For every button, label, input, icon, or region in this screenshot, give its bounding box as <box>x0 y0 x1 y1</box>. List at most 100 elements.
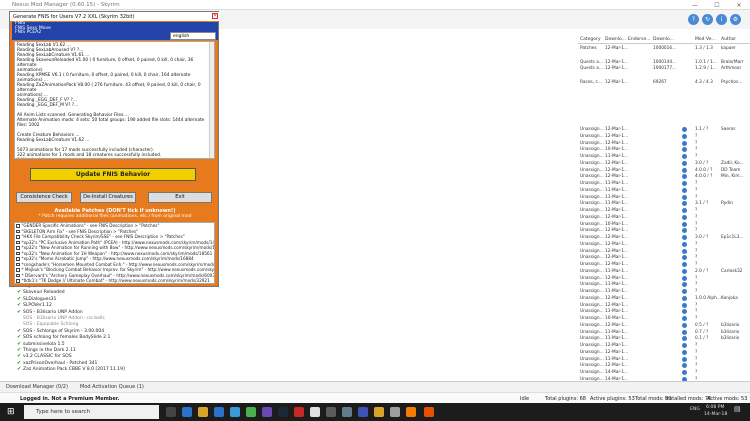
patch-checkbox[interactable] <box>16 224 20 228</box>
clock-time[interactable]: 6:08 PM <box>706 405 725 410</box>
check-icon[interactable]: ✔ <box>17 334 21 340</box>
patch-checkbox[interactable] <box>16 251 20 256</box>
notification-icon[interactable]: ▤ <box>734 405 741 413</box>
app-icon[interactable] <box>262 407 272 417</box>
globe-icon[interactable] <box>682 322 687 328</box>
check-icon[interactable]: ✔ <box>17 302 21 308</box>
app-icon[interactable] <box>358 407 368 417</box>
globe-icon[interactable] <box>682 221 687 227</box>
globe-icon[interactable] <box>682 241 687 247</box>
globe-icon[interactable] <box>682 275 687 281</box>
app-icon[interactable] <box>424 407 434 417</box>
app-icon[interactable] <box>326 407 336 417</box>
patch-checkbox[interactable] <box>16 279 20 283</box>
globe-icon[interactable] <box>682 282 687 288</box>
check-icon[interactable]: ✔ <box>17 347 21 353</box>
help-icon[interactable]: ? <box>688 14 699 25</box>
language-select[interactable]: english <box>170 32 216 40</box>
globe-icon[interactable] <box>682 127 687 132</box>
taskbar-search[interactable]: Type here to search <box>24 405 159 419</box>
check-icon[interactable]: ✔ <box>17 366 21 372</box>
refresh-icon[interactable]: ↻ <box>702 14 713 25</box>
tab-activation-queue[interactable]: Mod Activation Queue (1) <box>80 384 144 390</box>
deinstall-creatures-button[interactable]: De-Install Creatures <box>80 192 136 203</box>
globe-icon[interactable] <box>682 268 687 274</box>
globe-icon[interactable] <box>682 174 687 180</box>
patch-checkbox[interactable] <box>16 240 20 245</box>
globe-icon[interactable] <box>682 336 687 342</box>
globe-icon[interactable] <box>682 208 687 213</box>
close-button[interactable]: ✕ <box>728 0 750 10</box>
column-download-id[interactable]: Downlo... <box>653 37 674 42</box>
globe-icon[interactable] <box>682 255 687 261</box>
globe-icon[interactable] <box>682 356 687 362</box>
clock-date[interactable]: 14-Mar-18 <box>704 412 727 417</box>
globe-icon[interactable] <box>682 295 687 301</box>
globe-icon[interactable] <box>682 154 687 159</box>
patch-item[interactable]: *SpikeDragonLord's "Centaur Race Alpha W… <box>15 284 214 285</box>
globe-icon[interactable] <box>682 140 687 146</box>
explorer-icon[interactable] <box>198 407 208 417</box>
mail-icon[interactable] <box>230 407 240 417</box>
globe-icon[interactable] <box>682 147 687 153</box>
globe-icon[interactable] <box>682 235 687 240</box>
patch-checkbox[interactable] <box>16 262 20 267</box>
column-endorse[interactable]: Endorse... <box>628 37 651 42</box>
patch-checkbox[interactable] <box>16 235 20 239</box>
patch-checkbox[interactable] <box>16 268 20 272</box>
start-icon[interactable]: ⊞ <box>7 407 15 417</box>
globe-icon[interactable] <box>682 228 687 234</box>
check-icon[interactable]: ✔ <box>17 360 21 366</box>
check-icon[interactable]: ✔ <box>17 341 21 347</box>
edge-icon[interactable] <box>182 407 192 417</box>
check-icon[interactable]: ✔ <box>17 328 21 334</box>
column-author[interactable]: Author <box>721 37 736 42</box>
app-icon[interactable] <box>294 407 304 417</box>
globe-icon[interactable] <box>682 167 687 173</box>
minimize-button[interactable]: — <box>684 0 706 10</box>
check-icon[interactable]: ✔ <box>17 353 21 359</box>
app-icon[interactable] <box>342 407 352 417</box>
globe-icon[interactable] <box>682 316 687 321</box>
info-icon[interactable]: i <box>716 14 727 25</box>
task-view-icon[interactable] <box>166 407 176 417</box>
app-icon[interactable] <box>406 407 416 417</box>
patch-checkbox[interactable] <box>16 246 20 250</box>
store-icon[interactable] <box>214 407 224 417</box>
globe-icon[interactable] <box>682 187 687 193</box>
app-icon[interactable] <box>390 407 400 417</box>
exit-button[interactable]: Exit <box>148 192 212 203</box>
globe-icon[interactable] <box>682 133 687 139</box>
check-icon[interactable]: ✔ <box>17 309 21 315</box>
globe-icon[interactable] <box>682 201 687 207</box>
column-download[interactable]: Downlo... <box>605 37 626 42</box>
uncheck-icon[interactable] <box>17 321 21 325</box>
globe-icon[interactable] <box>682 343 687 348</box>
column-version[interactable]: Mod Ve... <box>695 37 716 42</box>
globe-icon[interactable] <box>682 302 687 308</box>
globe-icon[interactable] <box>682 214 687 220</box>
mod-row[interactable]: ✔ Zaz Animation Pack CBBE V 8.0 [2017 11 … <box>17 366 217 372</box>
globe-icon[interactable] <box>682 363 687 369</box>
fnis-log[interactable]: Reading SexLab V1.62 ... Reading SexLabAr… <box>14 41 215 159</box>
maximize-button[interactable]: ☐ <box>706 0 728 10</box>
tab-download-manager[interactable]: Download Manager (0/2) <box>6 384 68 390</box>
globe-icon[interactable] <box>682 194 687 200</box>
settings-icon[interactable]: ⚙ <box>730 14 741 25</box>
globe-icon[interactable] <box>682 160 687 166</box>
globe-icon[interactable] <box>682 370 687 375</box>
globe-icon[interactable] <box>682 248 687 254</box>
log-scrollbar[interactable] <box>209 42 214 158</box>
check-icon[interactable]: ✔ <box>17 289 21 295</box>
globe-icon[interactable] <box>682 349 687 355</box>
consistence-check-button[interactable]: Consistence Check <box>16 192 72 203</box>
app-icon[interactable] <box>310 407 320 417</box>
patch-checkbox[interactable] <box>16 257 20 261</box>
globe-icon[interactable] <box>682 329 687 335</box>
globe-icon[interactable] <box>682 262 687 267</box>
patch-checkbox[interactable] <box>16 273 20 278</box>
chrome-icon[interactable] <box>246 407 256 417</box>
check-icon[interactable]: ✔ <box>17 296 21 302</box>
column-category[interactable]: Category <box>580 37 601 42</box>
globe-icon[interactable] <box>682 289 687 294</box>
